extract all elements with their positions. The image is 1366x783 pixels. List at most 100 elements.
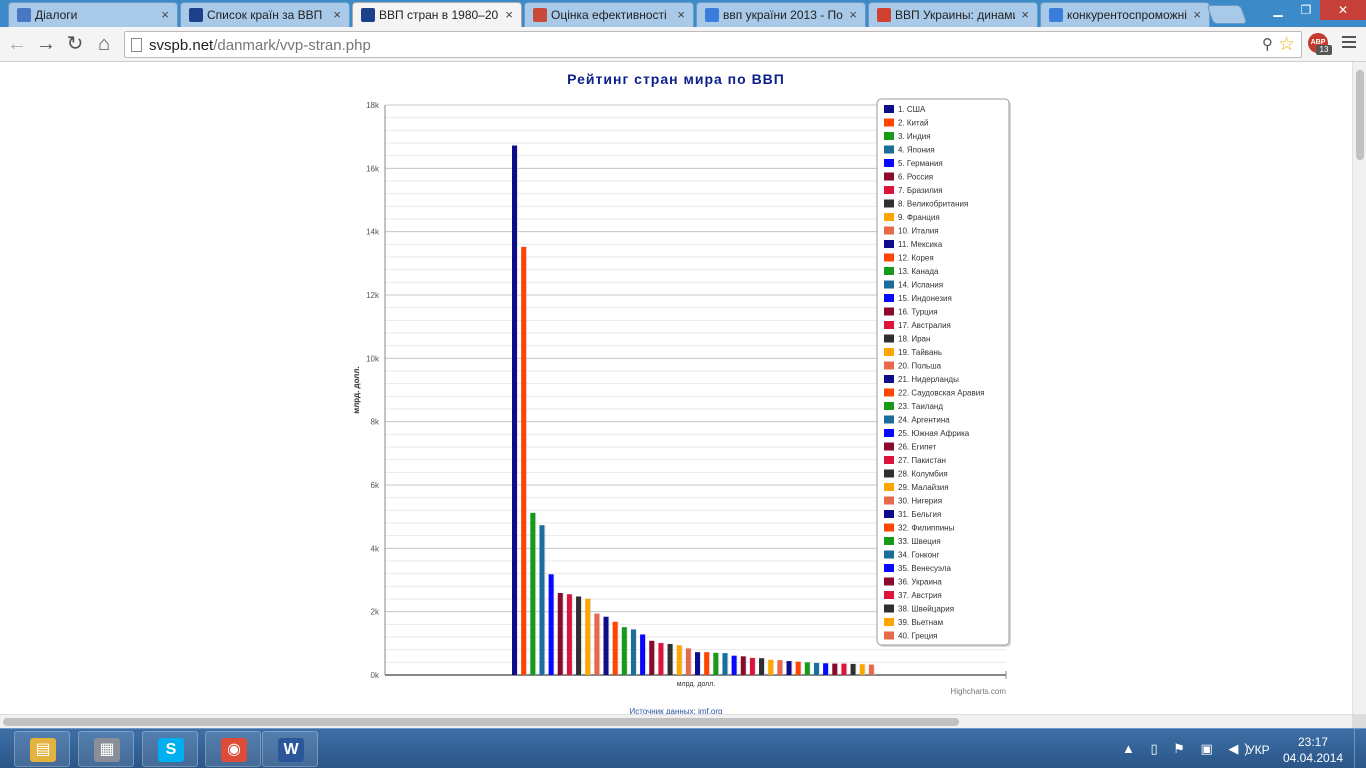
back-arrow-icon[interactable]: ← [6, 33, 28, 55]
legend-swatch [884, 159, 894, 167]
tab-4[interactable]: Оцінка ефективності × [524, 2, 694, 27]
maximize-icon[interactable]: ❐ [1292, 0, 1320, 20]
bar-31 [786, 661, 792, 675]
legend-swatch [884, 496, 894, 505]
address-bar[interactable]: svspb.net/danmark/vvp-stran.php ⚲ ☆ [124, 31, 1302, 58]
legend-item: 39. Вьетнам [898, 618, 943, 627]
y-tick-label: 4k [371, 544, 380, 553]
reload-icon[interactable]: ↻ [64, 33, 86, 55]
tab-7[interactable]: конкурентоспроможність × [1040, 2, 1210, 27]
tab-title: Діалоги [35, 8, 78, 22]
bar-7 [566, 594, 572, 675]
taskbar-app-2[interactable]: ▦ [78, 731, 134, 767]
language-indicator[interactable]: УКР [1247, 743, 1270, 783]
legend-swatch [884, 375, 894, 383]
window-controls: ▁ ❐ ✕ [1264, 0, 1366, 20]
taskbar-app-5[interactable]: W [262, 731, 318, 767]
chrome-menu-icon[interactable] [1342, 36, 1356, 51]
legend-swatch [884, 199, 894, 208]
bar-28 [759, 658, 765, 675]
legend-item: 35. Венесуэла [898, 564, 951, 573]
tab-close-icon[interactable]: × [161, 7, 169, 22]
tab-2[interactable]: Список країн за ВВП × [180, 2, 350, 27]
tab-title: ВВП Украины: динамика [895, 8, 1015, 22]
bar-12 [612, 621, 618, 675]
bar-16 [649, 640, 655, 675]
new-tab-button[interactable] [1206, 5, 1248, 24]
taskbar-app-1[interactable]: ▤ [14, 731, 70, 767]
window-close-icon[interactable]: ✕ [1320, 0, 1366, 20]
clock[interactable]: 23:17 04.04.2014 [1283, 734, 1343, 774]
legend-swatch [884, 631, 894, 640]
legend-swatch [884, 348, 894, 356]
bar-15 [640, 634, 646, 675]
search-icon[interactable]: ⚲ [1262, 35, 1273, 53]
tab-5[interactable]: ввп україни 2013 - Пошук × [696, 2, 866, 27]
tab-close-icon[interactable]: × [333, 7, 341, 22]
legend-item: 23. Таиланд [898, 402, 943, 411]
show-desktop-button[interactable] [1354, 729, 1366, 769]
bar-11 [603, 616, 609, 675]
y-axis-title: млрд. долл. [352, 366, 361, 413]
tab-close-icon[interactable]: × [849, 7, 857, 22]
bar-13 [621, 627, 627, 675]
y-tick-label: 12k [366, 291, 380, 300]
legend-swatch [884, 132, 894, 140]
y-tick-label: 16k [366, 164, 380, 173]
bar-17 [658, 643, 664, 675]
taskbar-app-4[interactable]: ◉ [205, 731, 261, 767]
horizontal-scrollbar[interactable] [0, 714, 1352, 728]
tab-close-icon[interactable]: × [677, 7, 685, 22]
legend-swatch [884, 267, 894, 275]
legend-item: 6. Россия [898, 173, 933, 182]
bar-26 [740, 656, 746, 675]
word-icon: W [278, 738, 304, 762]
taskbar-app-3[interactable]: S [142, 731, 198, 767]
bar-4 [539, 525, 545, 675]
system-tray-icons[interactable]: ▲ ▯ ⚑ ▣ ◀) [1122, 741, 1255, 781]
legend-item: 19. Тайвань [898, 348, 942, 357]
tab-3[interactable]: ВВП стран в 1980–2014 × [352, 2, 522, 27]
legend-swatch [884, 429, 894, 437]
legend-item: 31. Бельгия [898, 510, 941, 519]
forward-arrow-icon[interactable]: → [35, 33, 57, 55]
legend-item: 36. Украина [898, 578, 942, 587]
vertical-scroll-thumb[interactable] [1356, 70, 1364, 160]
chat-icon [17, 8, 31, 22]
y-tick-label: 14k [366, 228, 380, 237]
tab-close-icon[interactable]: × [505, 7, 513, 22]
home-icon[interactable]: ⌂ [93, 33, 115, 55]
tab-close-icon[interactable]: × [1021, 7, 1029, 22]
legend-item: 16. Турция [898, 308, 938, 317]
legend-swatch [884, 294, 894, 302]
tab-close-icon[interactable]: × [1193, 7, 1201, 22]
horizontal-scroll-thumb[interactable] [3, 718, 959, 726]
tab-6[interactable]: ВВП Украины: динамика × [868, 2, 1038, 27]
legend-swatch [884, 483, 894, 491]
keyhole-icon [189, 8, 203, 22]
legend-swatch [884, 334, 894, 343]
legend-item: 34. Гонконг [898, 551, 939, 560]
legend-item: 40. Греция [898, 632, 938, 641]
bar-6 [557, 592, 563, 675]
bar-39 [859, 664, 865, 675]
bar-25 [731, 655, 737, 675]
bar-21 [695, 652, 700, 675]
vertical-scrollbar[interactable] [1352, 62, 1366, 714]
minimize-icon[interactable]: ▁ [1264, 0, 1292, 20]
legend-item: 28. Колумбия [898, 470, 948, 479]
legend-item: 38. Швейцария [898, 605, 954, 614]
legend-item: 29. Малайзия [898, 483, 949, 492]
legend-swatch [884, 240, 894, 248]
google-search-icon [1049, 8, 1063, 22]
bar-22 [704, 652, 710, 675]
chrome-icon: ◉ [221, 738, 247, 762]
x-axis-title: млрд. долл. [677, 681, 716, 688]
legend-item: 2. Китай [898, 119, 929, 128]
y-tick-label: 0k [371, 671, 380, 680]
bookmark-star-icon[interactable]: ☆ [1278, 33, 1295, 56]
y-tick-label: 10k [366, 354, 380, 363]
url-text[interactable]: svspb.net/danmark/vvp-stran.php [149, 37, 371, 54]
scrollbar-corner [1352, 714, 1366, 728]
tab-1[interactable]: Діалоги × [8, 2, 178, 27]
